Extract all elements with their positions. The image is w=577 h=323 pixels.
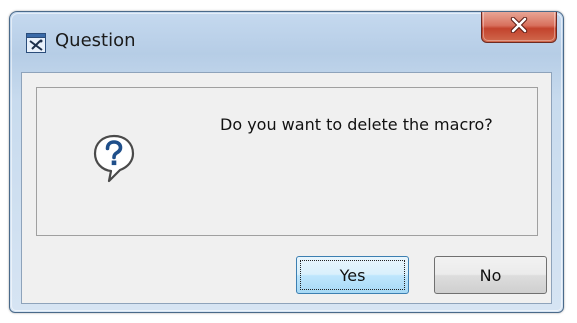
question-icon (92, 133, 136, 185)
dialog-content: Do you want to delete the macro? Yes No (21, 72, 552, 304)
question-dialog: Question Do you want to delete the macro… (9, 11, 564, 313)
title-bar[interactable]: Question (10, 12, 563, 72)
dialog-title: Question (55, 30, 136, 51)
yes-button-label: Yes (339, 265, 366, 285)
dialog-message: Do you want to delete the macro? (220, 115, 493, 134)
close-icon (509, 16, 529, 37)
no-button[interactable]: No (434, 256, 547, 294)
no-button-label: No (479, 265, 502, 285)
close-button[interactable] (481, 12, 557, 43)
app-window-icon (26, 33, 46, 53)
message-panel: Do you want to delete the macro? (36, 87, 538, 236)
yes-button[interactable]: Yes (296, 256, 409, 294)
